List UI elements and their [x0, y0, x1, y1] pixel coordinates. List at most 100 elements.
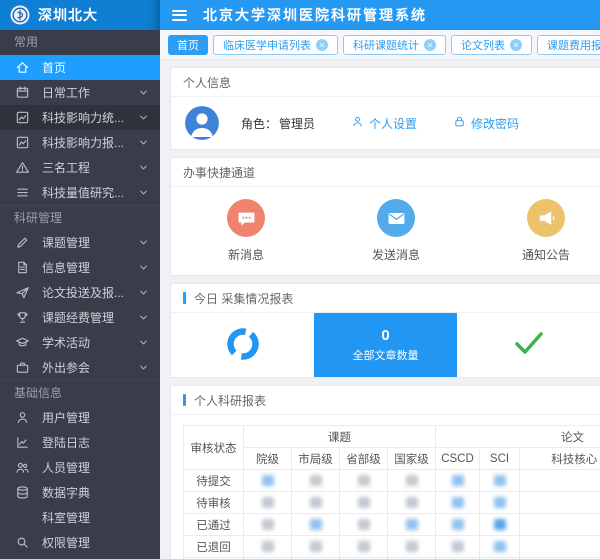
tab[interactable]: 论文列表× [451, 35, 532, 55]
sidebar-item[interactable]: 科技影响力报... [0, 130, 160, 155]
blurred-value[interactable] [494, 519, 506, 530]
sidebar-item[interactable]: 用户管理 [0, 405, 160, 430]
chevron-down-icon [138, 337, 150, 349]
home-icon [14, 60, 30, 76]
tab-close-icon[interactable]: × [424, 39, 436, 51]
column-header: CSCD [436, 448, 480, 470]
sidebar-item[interactable]: 三名工程 [0, 155, 160, 180]
column-group-header: 课题 [244, 426, 436, 448]
sidebar-item[interactable]: 课题管理 [0, 230, 160, 255]
top-header: 深圳北大 北京大学深圳医院科研管理系统 [0, 0, 600, 30]
blurred-value[interactable] [358, 475, 370, 486]
blurred-value[interactable] [494, 497, 506, 508]
link-personal-settings[interactable]: 个人设置 [351, 115, 417, 132]
sidebar-item[interactable]: 登陆日志 [0, 430, 160, 455]
table-cell [388, 470, 436, 492]
sidebar-item[interactable]: 信息管理 [0, 255, 160, 280]
table-cell [520, 514, 600, 536]
sidebar-item[interactable]: 人员管理 [0, 455, 160, 480]
panel-personal-info: 个人信息 角色：管理员 个人设置修改密码 [170, 67, 600, 150]
tab[interactable]: 临床医学申请列表 × [213, 35, 338, 55]
table-cell [244, 492, 292, 514]
blurred-value[interactable] [406, 497, 418, 508]
table-cell [388, 536, 436, 558]
link-change-password[interactable]: 修改密码 [453, 115, 519, 132]
blurred-value[interactable] [262, 497, 274, 508]
chevron-down-icon [138, 137, 150, 149]
lock-icon [453, 115, 466, 131]
sidebar-item[interactable]: 课题经费管理 [0, 305, 160, 330]
sidebar-item-label: 日常工作 [42, 84, 138, 101]
sidebar-item[interactable]: 科技影响力统... [0, 105, 160, 130]
sidebar-item-label: 科室管理 [42, 509, 150, 526]
sidebar-item[interactable]: 日常工作 [0, 80, 160, 105]
quick-item-label: 通知公告 [522, 246, 570, 263]
tab-close-icon[interactable]: × [316, 39, 328, 51]
sidebar-item[interactable]: 数据字典 [0, 480, 160, 505]
blurred-value[interactable] [452, 475, 464, 486]
tab-active[interactable]: 首页 [168, 35, 208, 55]
column-header: 科技核心（统计源）期刊 [520, 448, 600, 470]
tab[interactable]: 课题费用报表× [537, 35, 600, 55]
table-cell [480, 514, 520, 536]
document-icon [14, 260, 30, 276]
table-cell [340, 492, 388, 514]
blurred-value[interactable] [310, 497, 322, 508]
sidebar-item[interactable]: 科室管理 [0, 505, 160, 530]
blurred-value[interactable] [262, 475, 274, 486]
sidebar-item-label: 信息管理 [42, 259, 138, 276]
table-cell [340, 514, 388, 536]
table-cell [244, 470, 292, 492]
blurred-value[interactable] [494, 475, 506, 486]
stat-label: 全部文章数量 [353, 347, 419, 363]
blurred-value[interactable] [452, 541, 464, 552]
table-cell [292, 536, 340, 558]
quick-item-label: 新消息 [228, 246, 264, 263]
sidebar-item-label: 数据字典 [42, 484, 150, 501]
blurred-value[interactable] [262, 541, 274, 552]
row-header: 待提交 [184, 470, 244, 492]
table-cell [520, 470, 600, 492]
tab-close-icon[interactable]: × [510, 39, 522, 51]
panel-title: 个人科研报表 [171, 386, 600, 415]
blurred-value[interactable] [494, 541, 506, 552]
sidebar-item-label: 科技量值研究... [42, 184, 138, 201]
blurred-value[interactable] [406, 475, 418, 486]
table-header-row: 院级市局级省部级国家级CSCDSCI科技核心（统计源）期刊 [184, 448, 600, 470]
blurred-value[interactable] [452, 519, 464, 530]
stat-box-total-articles: 0 全部文章数量 [314, 313, 457, 377]
blurred-value[interactable] [406, 541, 418, 552]
chevron-down-icon [138, 87, 150, 99]
blurred-value[interactable] [310, 475, 322, 486]
stat-value: 0 [381, 327, 389, 345]
table-cell [292, 470, 340, 492]
sidebar-item[interactable]: 科技量值研究... [0, 180, 160, 205]
sidebar-item[interactable]: 论文投送及报... [0, 280, 160, 305]
quick-item[interactable]: 通知公告 [471, 187, 600, 275]
blurred-value[interactable] [310, 519, 322, 530]
tab-label: 临床医学申请列表 [223, 37, 311, 53]
tab[interactable]: 科研课题统计× [343, 35, 446, 55]
sidebar-item[interactable]: 权限管理 [0, 530, 160, 555]
blurred-value[interactable] [262, 519, 274, 530]
blurred-value[interactable] [452, 497, 464, 508]
blurred-value[interactable] [358, 497, 370, 508]
blurred-value[interactable] [310, 541, 322, 552]
blurred-value[interactable] [358, 519, 370, 530]
table-cell [244, 536, 292, 558]
table-cell [292, 492, 340, 514]
table-cell [520, 492, 600, 514]
chevron-down-icon [138, 262, 150, 274]
menu-toggle-icon[interactable] [172, 7, 187, 23]
stat-box-progress [171, 313, 314, 377]
chevron-down-icon [138, 287, 150, 299]
quick-item[interactable]: 发送消息 [321, 187, 471, 275]
blurred-value[interactable] [358, 541, 370, 552]
panel-quick-channel: 办事快捷通道 新消息发送消息通知公告 [170, 157, 600, 276]
column-header: 审核状态 [184, 426, 244, 470]
sidebar-item[interactable]: 首页 [0, 55, 160, 80]
quick-item[interactable]: 新消息 [171, 187, 321, 275]
sidebar-item[interactable]: 外出参会 [0, 355, 160, 380]
sidebar-item[interactable]: 学术活动 [0, 330, 160, 355]
blurred-value[interactable] [406, 519, 418, 530]
